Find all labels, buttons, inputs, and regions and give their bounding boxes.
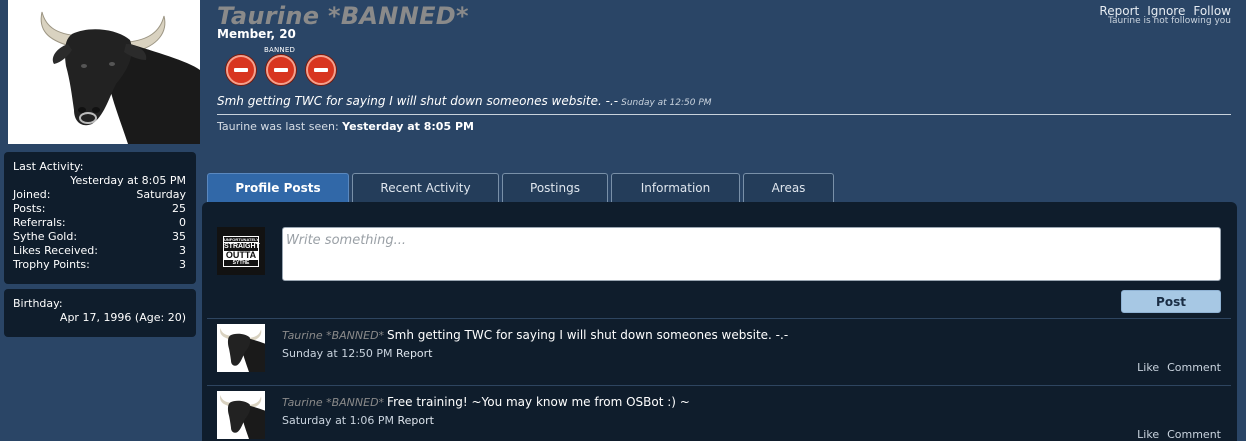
comment-link[interactable]: Comment <box>1167 361 1221 374</box>
post-content: Taurine *BANNED* Free training! ~You may … <box>282 395 690 409</box>
comment-link[interactable]: Comment <box>1167 428 1221 441</box>
birthday-label: Birthday: <box>13 297 63 310</box>
post-time[interactable]: Sunday at 12:50 PM <box>282 347 393 360</box>
post-time[interactable]: Saturday at 1:06 PM <box>282 414 394 427</box>
post-author-avatar[interactable] <box>217 324 265 372</box>
last-activity-value: Yesterday at 8:05 PM <box>70 174 186 187</box>
post-text: Smh getting TWC for saying I will shut d… <box>387 328 789 342</box>
composer-avatar[interactable]: UNFORTUNATELY STRAIGHT OUTTA SYTHE <box>217 227 265 275</box>
bull-avatar-image <box>8 0 200 144</box>
post-button[interactable]: Post <box>1121 290 1221 313</box>
post-author[interactable]: Taurine *BANNED* <box>282 396 384 409</box>
like-link[interactable]: Like <box>1137 428 1159 441</box>
last-seen-value: Yesterday at 8:05 PM <box>342 120 474 133</box>
status-text: Smh getting TWC for saying I will shut d… <box>217 94 619 108</box>
like-link[interactable]: Like <box>1137 361 1159 374</box>
banned-badge-icon <box>306 55 336 85</box>
report-link[interactable]: Report <box>397 414 433 427</box>
report-link[interactable]: Report <box>396 347 432 360</box>
post-meta: Saturday at 1:06 PM Report <box>282 414 434 427</box>
post-actions: Like Comment <box>1129 428 1221 441</box>
post-text: Free training! ~You may know me from OSB… <box>387 395 690 409</box>
status-time: Sunday at 12:50 PM <box>621 98 712 108</box>
post-actions: Like Comment <box>1129 361 1221 374</box>
profile-post-input[interactable] <box>282 227 1221 281</box>
post-author-avatar[interactable] <box>217 391 265 439</box>
user-title: Member, 20 <box>217 27 296 41</box>
profile-username: Taurine *BANNED* <box>217 2 469 30</box>
bull-avatar-image <box>217 324 265 372</box>
stat-row: Joined: Saturday <box>13 188 186 201</box>
birthday-panel: Birthday: Apr 17, 1996 (Age: 20) <box>4 289 196 337</box>
tab-recent-activity[interactable]: Recent Activity <box>352 173 499 202</box>
profile-avatar[interactable] <box>8 0 200 144</box>
member-stats-panel: Last Activity: Yesterday at 8:05 PM Join… <box>4 152 196 284</box>
post-content: Taurine *BANNED* Smh getting TWC for sayi… <box>282 328 788 342</box>
last-seen: Taurine was last seen: Yesterday at 8:05… <box>217 120 474 133</box>
header-divider <box>217 114 1231 115</box>
birthday-value: Apr 17, 1996 (Age: 20) <box>59 311 186 324</box>
last-seen-prefix: Taurine was last seen: <box>217 120 339 133</box>
bull-avatar-image <box>217 391 265 439</box>
banned-badge-icon <box>266 55 296 85</box>
stat-row: Posts: 25 <box>13 202 186 215</box>
post-meta: Sunday at 12:50 PM Report <box>282 347 433 360</box>
last-activity-label: Last Activity: <box>13 160 84 173</box>
stat-row: Trophy Points: 3 <box>13 258 186 271</box>
post-divider <box>207 318 1231 319</box>
banned-badge-icon <box>226 55 256 85</box>
tab-information[interactable]: Information <box>611 173 740 202</box>
post-divider <box>207 385 1231 386</box>
follow-status: Taurine is not following you <box>1107 16 1231 26</box>
tab-areas[interactable]: Areas <box>743 173 834 202</box>
stat-row: Referrals: 0 <box>13 216 186 229</box>
tab-profile-posts[interactable]: Profile Posts <box>207 173 349 202</box>
tab-postings[interactable]: Postings <box>502 173 608 202</box>
post-author[interactable]: Taurine *BANNED* <box>282 329 384 342</box>
banned-label: BANNED <box>264 46 296 54</box>
profile-actions: Report Ignore Follow Taurine is not follow… <box>1091 4 1231 26</box>
profile-status: Smh getting TWC for saying I will shut d… <box>217 94 712 108</box>
stat-row: Likes Received: 3 <box>13 244 186 257</box>
stat-row: Sythe Gold: 35 <box>13 230 186 243</box>
